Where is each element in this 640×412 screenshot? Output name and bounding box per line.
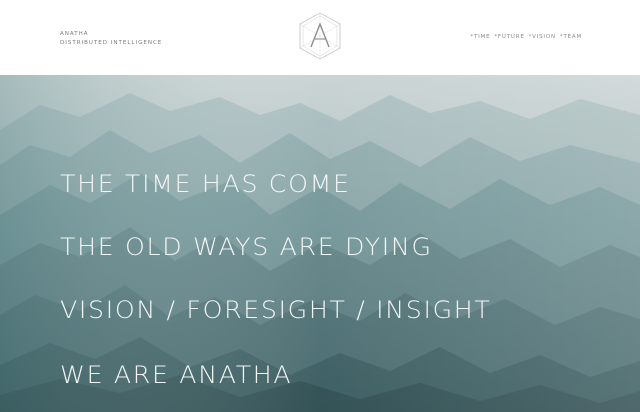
nav-link-future[interactable]: *FUTURE bbox=[494, 34, 524, 40]
brand[interactable]: ANATHA DISTRIBUTED INTELLIGENCE bbox=[60, 30, 162, 48]
nav-link-vision[interactable]: *VISION bbox=[529, 34, 556, 40]
nav-link-team[interactable]: *TEAM bbox=[560, 34, 582, 40]
nav-link-time[interactable]: *TIME bbox=[470, 34, 490, 40]
brand-tagline[interactable]: DISTRIBUTED INTELLIGENCE bbox=[60, 39, 162, 48]
headline-line-2: THE OLD WAYS ARE DYING bbox=[60, 233, 433, 261]
headline-line-3: VISION / FORESIGHT / INSIGHT bbox=[60, 296, 492, 324]
site-header: ANATHA DISTRIBUTED INTELLIGENCE *TIME *F… bbox=[0, 0, 640, 75]
headline-line-4: WE ARE ANATHA bbox=[60, 361, 293, 389]
hexagon-a-logo-icon[interactable] bbox=[297, 11, 343, 61]
top-nav: *TIME *FUTURE *VISION *TEAM bbox=[470, 34, 582, 40]
brand-name[interactable]: ANATHA bbox=[60, 30, 162, 39]
hero-section: THE TIME HAS COME THE OLD WAYS ARE DYING… bbox=[0, 75, 640, 412]
headline-line-1: THE TIME HAS COME bbox=[60, 170, 351, 198]
page: ANATHA DISTRIBUTED INTELLIGENCE *TIME *F… bbox=[0, 0, 640, 412]
